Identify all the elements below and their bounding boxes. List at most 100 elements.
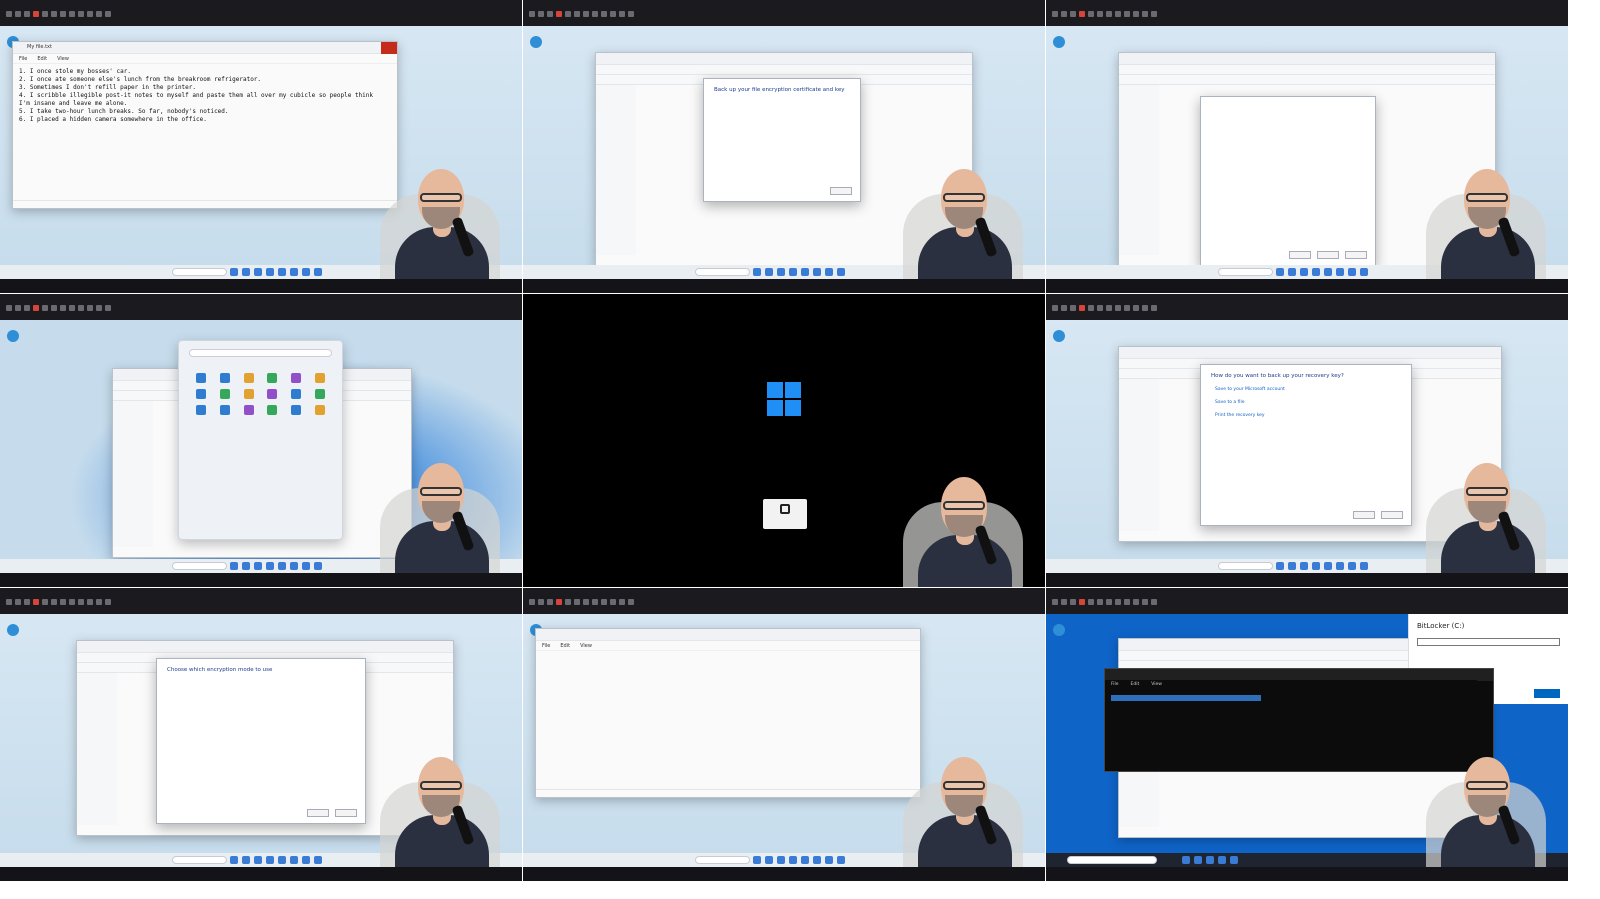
nav-pane (113, 401, 153, 547)
close-icon[interactable] (381, 42, 397, 54)
panel-bitlocker-unlock: BitLocker (C:) File Edit View (1046, 588, 1568, 881)
webcam-overlay (362, 149, 522, 279)
note-line: 1. I once stole my bosses' car. (19, 68, 131, 75)
menu-edit[interactable]: Edit (37, 56, 47, 62)
search-icon[interactable] (172, 562, 228, 570)
search-icon[interactable] (172, 268, 228, 276)
start-icon[interactable] (229, 562, 238, 570)
app-icon[interactable] (315, 389, 326, 399)
selected-recovery-key[interactable] (1111, 695, 1261, 701)
app-icon[interactable] (219, 373, 230, 383)
menu-edit[interactable]: Edit (1131, 682, 1140, 687)
notepad-text[interactable]: 1. I once stole my bosses' car. 2. I onc… (13, 64, 397, 128)
desktop-edge-icon[interactable] (1052, 330, 1066, 342)
panel-boot-screen (523, 294, 1045, 587)
menu-file[interactable]: File (19, 56, 27, 62)
app-icon[interactable] (315, 373, 326, 383)
vm-toolbar (0, 0, 522, 26)
windows-logo-icon (767, 382, 801, 416)
cancel-button[interactable] (830, 187, 852, 195)
menu-edit[interactable]: Edit (560, 643, 570, 649)
panel-properties (1046, 0, 1568, 293)
next-button[interactable] (1353, 511, 1375, 519)
app-icon[interactable] (267, 389, 278, 399)
note-line: 4. I scribble illegible post-it notes to… (19, 92, 374, 99)
vm-statusbar (0, 867, 522, 881)
apply-button[interactable] (1345, 251, 1367, 259)
cancel-button[interactable] (1381, 511, 1403, 519)
status-line (536, 789, 920, 797)
desktop-edge-icon[interactable] (6, 624, 20, 636)
app-icon[interactable] (243, 389, 254, 399)
webcam-overlay (885, 737, 1045, 867)
webcam-overlay (362, 737, 522, 867)
app-icon[interactable] (291, 405, 302, 415)
cancel-button[interactable] (335, 809, 357, 817)
note-line: I'm insane and leave me alone. (19, 100, 128, 107)
app-icon[interactable] (267, 373, 278, 383)
pinned-apps (179, 365, 342, 423)
notepad-window: File Edit View (535, 628, 921, 798)
lock-icon (780, 504, 790, 514)
search-icon[interactable] (1066, 856, 1157, 864)
recovery-key-dialog: How do you want to back up your recovery… (1200, 364, 1412, 526)
desktop-edge-icon[interactable] (6, 330, 20, 342)
app-icon[interactable] (291, 389, 302, 399)
app-icon[interactable] (219, 389, 230, 399)
cancel-button[interactable] (1317, 251, 1339, 259)
menu-file[interactable]: File (542, 643, 550, 649)
panel-encryption-mode: Choose which encryption mode to use (0, 588, 522, 881)
vm-toolbar (1046, 0, 1568, 26)
app-icon[interactable] (219, 405, 230, 415)
webcam-overlay (1408, 149, 1568, 279)
menu-view[interactable]: View (580, 643, 592, 649)
search-icon[interactable] (695, 856, 751, 864)
desktop-edge-icon[interactable] (529, 36, 543, 48)
nav-pane (77, 673, 117, 825)
status-line (13, 200, 397, 208)
app-icon[interactable] (291, 373, 302, 383)
nav-pane (1119, 379, 1159, 531)
bitlocker-title: BitLocker (C:) (1417, 622, 1465, 630)
app-icon[interactable] (195, 373, 206, 383)
app-icon[interactable] (195, 405, 206, 415)
nav-pane (1119, 85, 1159, 255)
save-microsoft-account-option[interactable]: Save to your Microsoft account (1201, 383, 1411, 396)
panel-cert-backup: Back up your file encryption certificate… (523, 0, 1045, 293)
ok-button[interactable] (1289, 251, 1311, 259)
app-icon[interactable] (243, 373, 254, 383)
print-key-option[interactable]: Print the recovery key (1201, 409, 1411, 422)
menu-view[interactable]: View (57, 56, 69, 62)
unlock-button[interactable] (1534, 689, 1560, 698)
note-line: 6. I placed a hidden camera somewhere in… (19, 116, 207, 123)
app-icon[interactable] (195, 389, 206, 399)
unlock-drive-button[interactable] (763, 499, 807, 529)
app-icon[interactable] (315, 405, 326, 415)
panel-recovery-notepad: File Edit View (523, 588, 1045, 881)
note-line: 5. I take two-hour lunch breaks. So far,… (19, 108, 229, 115)
app-icon[interactable] (243, 405, 254, 415)
recovery-key-input[interactable] (1417, 638, 1560, 646)
vm-toolbar (0, 294, 522, 320)
vm-toolbar (523, 0, 1045, 26)
app-icon[interactable] (267, 405, 278, 415)
video-thumbnail-grid: My file.txt File Edit View 1. I once sto… (0, 0, 1600, 899)
desktop-edge-icon[interactable] (1052, 624, 1066, 636)
webcam-overlay (1408, 737, 1568, 867)
start-search-input[interactable] (189, 349, 332, 357)
search-icon[interactable] (172, 856, 228, 864)
next-button[interactable] (307, 809, 329, 817)
save-to-file-option[interactable]: Save to a file (1201, 396, 1411, 409)
search-icon[interactable] (1218, 562, 1274, 570)
vm-toolbar (1046, 294, 1568, 320)
search-icon[interactable] (1218, 268, 1274, 276)
search-icon[interactable] (695, 268, 751, 276)
notepad-window: My file.txt File Edit View 1. I once sto… (12, 41, 398, 209)
encryption-mode-dialog: Choose which encryption mode to use (156, 658, 366, 824)
menu-file[interactable]: File (1111, 682, 1119, 687)
close-icon[interactable] (1477, 669, 1493, 681)
vm-toolbar (0, 588, 522, 614)
desktop-edge-icon[interactable] (1052, 36, 1066, 48)
menu-view[interactable]: View (1151, 682, 1162, 687)
menu-bar: File Edit View (13, 54, 397, 64)
